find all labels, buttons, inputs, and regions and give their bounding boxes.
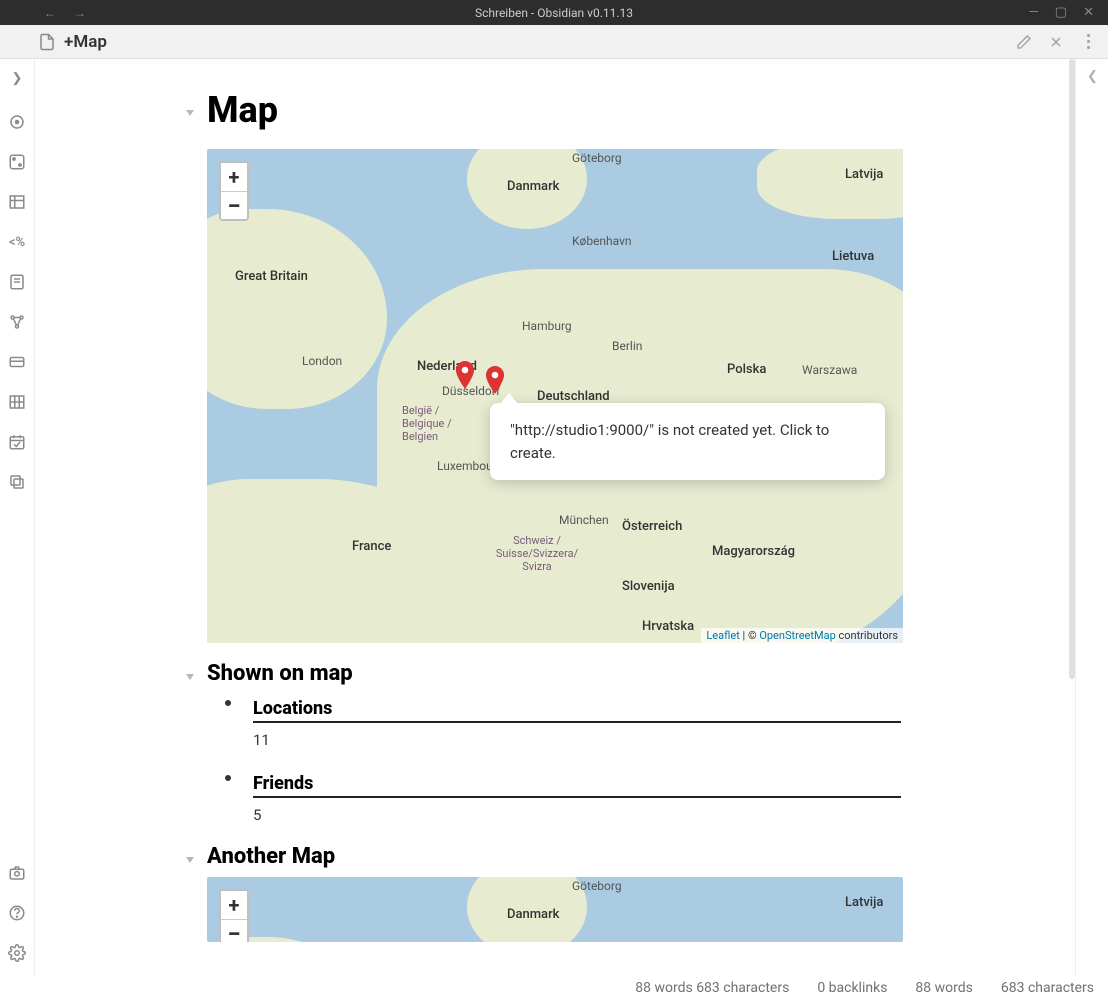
map-attribution: Leaflet | © OpenStreetMap contributors xyxy=(701,628,903,643)
status-backlinks[interactable]: 0 backlinks xyxy=(817,980,887,996)
status-bar: 88 words 683 characters 0 backlinks 88 w… xyxy=(0,976,1108,1000)
section-label: Friends xyxy=(253,773,901,794)
minimize-icon[interactable]: — xyxy=(1029,5,1039,20)
section-label: Locations xyxy=(253,698,901,719)
section-value: 5 xyxy=(253,806,901,824)
status-wordcount-left: 88 words 683 characters xyxy=(635,980,789,996)
zoom-control: + − xyxy=(219,889,249,942)
close-tab-icon[interactable] xyxy=(1048,34,1064,50)
tab-title: +Map xyxy=(64,32,107,52)
list-item: Locations 11 xyxy=(225,694,903,749)
list-item: Friends 5 xyxy=(225,769,903,824)
tab-header: +Map xyxy=(0,25,1108,59)
leaflet-map[interactable]: Great Britain Nederland Deutschland Pols… xyxy=(207,149,903,643)
window-titlebar: ← → Schreiben - Obsidian v0.11.13 — ▢ ✕ xyxy=(0,0,1108,25)
graph-icon[interactable] xyxy=(8,313,26,331)
fold-icon[interactable] xyxy=(186,674,194,680)
close-icon[interactable]: ✕ xyxy=(1083,5,1094,20)
edit-icon[interactable] xyxy=(1016,34,1032,50)
map-label: Lietuva xyxy=(832,249,874,264)
status-chars: 683 characters xyxy=(1001,980,1094,996)
camera-icon[interactable] xyxy=(8,864,26,882)
expand-right-sidebar-icon[interactable]: ❯ xyxy=(1087,69,1098,976)
card-icon[interactable] xyxy=(8,353,26,371)
osm-link[interactable]: OpenStreetMap xyxy=(759,629,835,642)
calendar-icon[interactable] xyxy=(8,433,26,451)
table-icon[interactable] xyxy=(8,193,26,211)
expand-sidebar-icon[interactable]: ❯ xyxy=(8,69,26,87)
fold-icon[interactable] xyxy=(186,110,194,116)
help-icon[interactable] xyxy=(8,904,26,922)
heading-map: Map xyxy=(207,89,903,131)
map-marker-icon[interactable] xyxy=(485,366,505,386)
nav-back-icon[interactable]: ← xyxy=(44,6,56,20)
zoom-out-button[interactable]: − xyxy=(221,919,247,942)
leaflet-link[interactable]: Leaflet xyxy=(706,629,739,642)
document-icon xyxy=(38,33,56,51)
zoom-control: + − xyxy=(219,161,249,221)
zoom-in-button[interactable]: + xyxy=(221,163,247,191)
heading-shown-on-map: Shown on map xyxy=(207,661,903,686)
popup-text: "http://studio1:9000/" is not created ye… xyxy=(510,421,829,462)
more-options-icon[interactable] xyxy=(1080,34,1096,50)
right-sidebar-collapsed: ❯ xyxy=(1076,59,1108,976)
leaflet-map-2[interactable]: Göteborg Latvija Danmark + − xyxy=(207,877,903,942)
scrollbar[interactable] xyxy=(1069,59,1075,679)
bullet-icon xyxy=(225,700,231,706)
map-marker-icon[interactable] xyxy=(455,361,475,381)
die-icon[interactable] xyxy=(8,153,26,171)
map-label: Latvija xyxy=(845,895,883,910)
heading-another-map: Another Map xyxy=(207,844,903,869)
sections-list: Locations 11 Friends 5 xyxy=(225,694,903,824)
template-icon[interactable]: <% xyxy=(8,233,26,251)
copy-icon[interactable] xyxy=(8,473,26,491)
zoom-out-button[interactable]: − xyxy=(221,191,247,219)
fold-icon[interactable] xyxy=(186,857,194,863)
map-label: København xyxy=(572,234,632,248)
section-value: 11 xyxy=(253,731,901,749)
nav-forward-icon[interactable]: → xyxy=(74,6,86,20)
maximize-icon[interactable]: ▢ xyxy=(1055,5,1067,20)
status-words: 88 words xyxy=(915,980,972,996)
gear-icon[interactable] xyxy=(8,944,26,962)
editor-pane: Map Great Britain Nederland Deutschland … xyxy=(34,59,1076,976)
left-ribbon: ❯ <% xyxy=(0,59,34,976)
map-popup[interactable]: "http://studio1:9000/" is not created ye… xyxy=(490,403,885,480)
window-title: Schreiben - Obsidian v0.11.13 xyxy=(475,6,633,20)
board-icon[interactable] xyxy=(8,393,26,411)
zoom-in-button[interactable]: + xyxy=(221,891,247,919)
tag-icon[interactable] xyxy=(8,273,26,291)
target-icon[interactable] xyxy=(8,113,26,131)
bullet-icon xyxy=(225,775,231,781)
